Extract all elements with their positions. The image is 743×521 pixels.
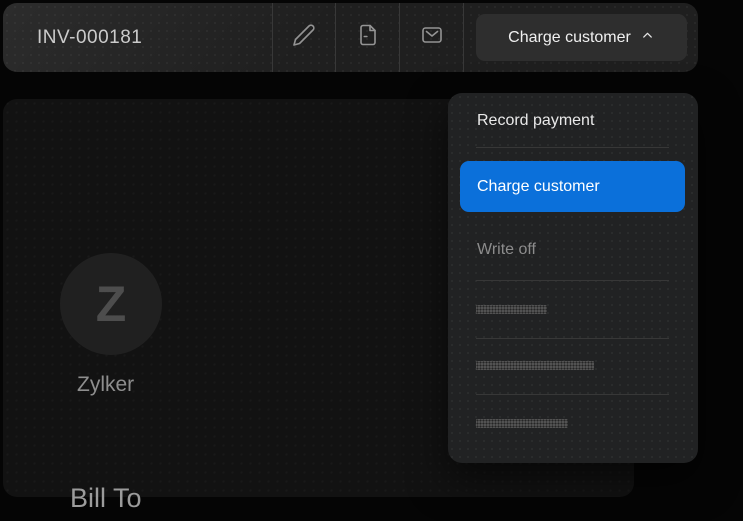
menu-item-placeholder[interactable]: [476, 361, 594, 370]
bill-to-label: Bill To: [70, 483, 142, 513]
edit-invoice-button[interactable]: [272, 3, 335, 72]
mail-icon: [420, 23, 444, 52]
menu-divider: [476, 280, 669, 281]
company-logo-avatar: Z: [60, 253, 162, 355]
charge-customer-dropdown-button[interactable]: Charge customer: [476, 14, 687, 61]
menu-divider: [476, 394, 669, 395]
company-initial: Z: [95, 276, 127, 332]
menu-item-write-off[interactable]: Write off: [477, 241, 536, 259]
app-window: INV-000181 Charge customer Z Zylker Bill…: [0, 0, 743, 521]
chevron-up-icon: [640, 28, 655, 48]
charge-customer-dropdown-menu: Record payment Charge customer Write off: [448, 93, 698, 463]
send-email-button[interactable]: [400, 3, 463, 72]
toolbar-divider: [463, 3, 464, 72]
company-name: Zylker: [77, 373, 135, 396]
pdf-document-button[interactable]: [336, 3, 399, 72]
menu-divider: [476, 147, 669, 148]
invoice-number: INV-000181: [37, 27, 143, 48]
menu-divider: [476, 338, 669, 339]
charge-customer-button-label: Charge customer: [508, 28, 631, 46]
menu-item-charge-customer-selected[interactable]: Charge customer: [460, 161, 685, 212]
document-icon: [356, 23, 380, 52]
pencil-icon: [292, 23, 316, 52]
menu-item-record-payment[interactable]: Record payment: [477, 112, 594, 130]
invoice-toolbar: INV-000181 Charge customer: [3, 3, 698, 72]
menu-item-placeholder[interactable]: [476, 305, 547, 314]
menu-item-placeholder[interactable]: [476, 419, 568, 428]
